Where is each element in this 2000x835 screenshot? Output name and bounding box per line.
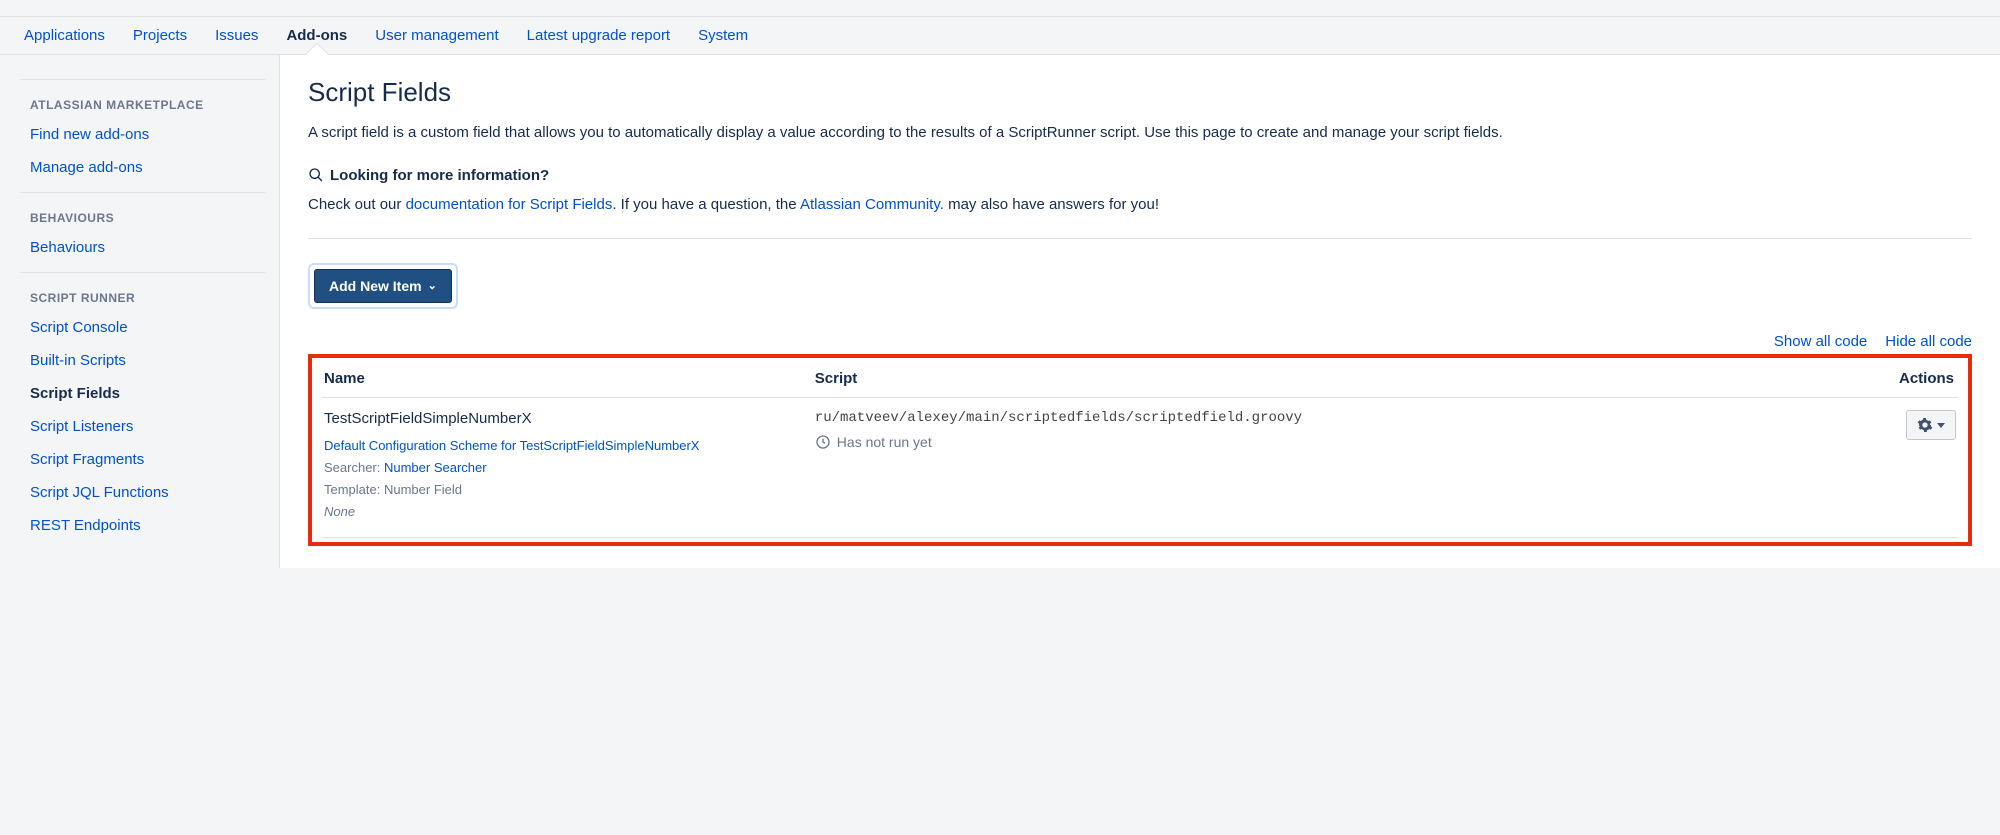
search-icon	[308, 167, 324, 183]
run-status-text: Has not run yet	[837, 434, 932, 450]
info-prefix: Check out our	[308, 196, 406, 213]
sidebar-item-rest-endpoints[interactable]: REST Endpoints	[20, 509, 265, 542]
template-value: Number Field	[384, 482, 462, 497]
row-actions-menu-button[interactable]	[1906, 410, 1956, 440]
clock-icon	[815, 434, 831, 450]
column-script: Script	[813, 360, 1858, 398]
info-suffix: may also have answers for you!	[944, 196, 1159, 213]
template-label: Template:	[324, 482, 384, 497]
sidebar-item-script-console[interactable]: Script Console	[20, 311, 265, 344]
info-text: Check out our documentation for Script F…	[308, 194, 1972, 217]
add-button-label: Add New Item	[329, 278, 422, 294]
field-name: TestScriptFieldSimpleNumberX	[324, 410, 811, 427]
main-content: Script Fields A script field is a custom…	[280, 55, 2000, 568]
sidebar-item-find-new-addons[interactable]: Find new add-ons	[20, 118, 265, 151]
run-status: Has not run yet	[815, 434, 1856, 450]
sidebar-section-marketplace: ATLASSIAN MARKETPLACE Find new add-ons M…	[20, 79, 265, 188]
sidebar-item-builtin-scripts[interactable]: Built-in Scripts	[20, 344, 265, 377]
show-all-code-link[interactable]: Show all code	[1774, 333, 1867, 350]
community-link[interactable]: Atlassian Community.	[800, 196, 944, 213]
info-mid: . If you have a question, the	[612, 196, 800, 213]
add-button-focus-ring: Add New Item ⌄	[308, 263, 458, 309]
sidebar-section-scriptrunner: SCRIPT RUNNER Script Console Built-in Sc…	[20, 272, 265, 546]
sidebar-item-script-fields[interactable]: Script Fields	[20, 377, 265, 410]
sidebar-heading: SCRIPT RUNNER	[20, 283, 265, 311]
sidebar-item-behaviours[interactable]: Behaviours	[20, 231, 265, 264]
info-heading-text: Looking for more information?	[330, 167, 549, 184]
context-note: None	[324, 504, 355, 519]
table-highlight-annotation: Name Script Actions TestScriptFieldSimpl…	[308, 354, 1972, 546]
code-toggle-row: Show all code Hide all code	[308, 333, 1972, 350]
page-description: A script field is a custom field that al…	[308, 122, 1972, 145]
add-new-item-button[interactable]: Add New Item ⌄	[314, 269, 452, 303]
gear-icon	[1917, 417, 1933, 433]
searcher-label: Searcher:	[324, 460, 384, 475]
caret-down-icon	[1937, 423, 1945, 428]
sidebar-item-manage-addons[interactable]: Manage add-ons	[20, 151, 265, 184]
sidebar-heading: ATLASSIAN MARKETPLACE	[20, 90, 265, 118]
hide-all-code-link[interactable]: Hide all code	[1885, 333, 1972, 350]
sidebar: ATLASSIAN MARKETPLACE Find new add-ons M…	[0, 55, 280, 568]
nav-projects[interactable]: Projects	[119, 17, 201, 54]
script-path: ru/matveev/alexey/main/scriptedfields/sc…	[815, 410, 1856, 426]
nav-latest-upgrade-report[interactable]: Latest upgrade report	[513, 17, 684, 54]
chevron-down-double-icon: ⌄	[428, 281, 437, 292]
sidebar-item-script-fragments[interactable]: Script Fragments	[20, 443, 265, 476]
page-title: Script Fields	[308, 77, 1972, 108]
doc-link[interactable]: documentation for Script Fields	[406, 196, 613, 213]
column-actions: Actions	[1858, 360, 1958, 398]
sidebar-heading: BEHAVIOURS	[20, 203, 265, 231]
divider	[308, 238, 1972, 239]
nav-addons[interactable]: Add-ons	[272, 17, 361, 54]
script-fields-table: Name Script Actions TestScriptFieldSimpl…	[322, 360, 1958, 538]
top-nav: Applications Projects Issues Add-ons Use…	[0, 16, 2000, 55]
column-name: Name	[322, 360, 813, 398]
nav-system[interactable]: System	[684, 17, 762, 54]
config-scheme-link[interactable]: Default Configuration Scheme for TestScr…	[324, 438, 699, 453]
nav-applications[interactable]: Applications	[10, 17, 119, 54]
sidebar-item-script-listeners[interactable]: Script Listeners	[20, 410, 265, 443]
nav-issues[interactable]: Issues	[201, 17, 272, 54]
sidebar-item-script-jql-functions[interactable]: Script JQL Functions	[20, 476, 265, 509]
nav-user-management[interactable]: User management	[361, 17, 512, 54]
searcher-link[interactable]: Number Searcher	[384, 460, 487, 475]
table-row: TestScriptFieldSimpleNumberX Default Con…	[322, 398, 1958, 538]
info-heading: Looking for more information?	[308, 167, 1972, 184]
sidebar-section-behaviours: BEHAVIOURS Behaviours	[20, 192, 265, 268]
